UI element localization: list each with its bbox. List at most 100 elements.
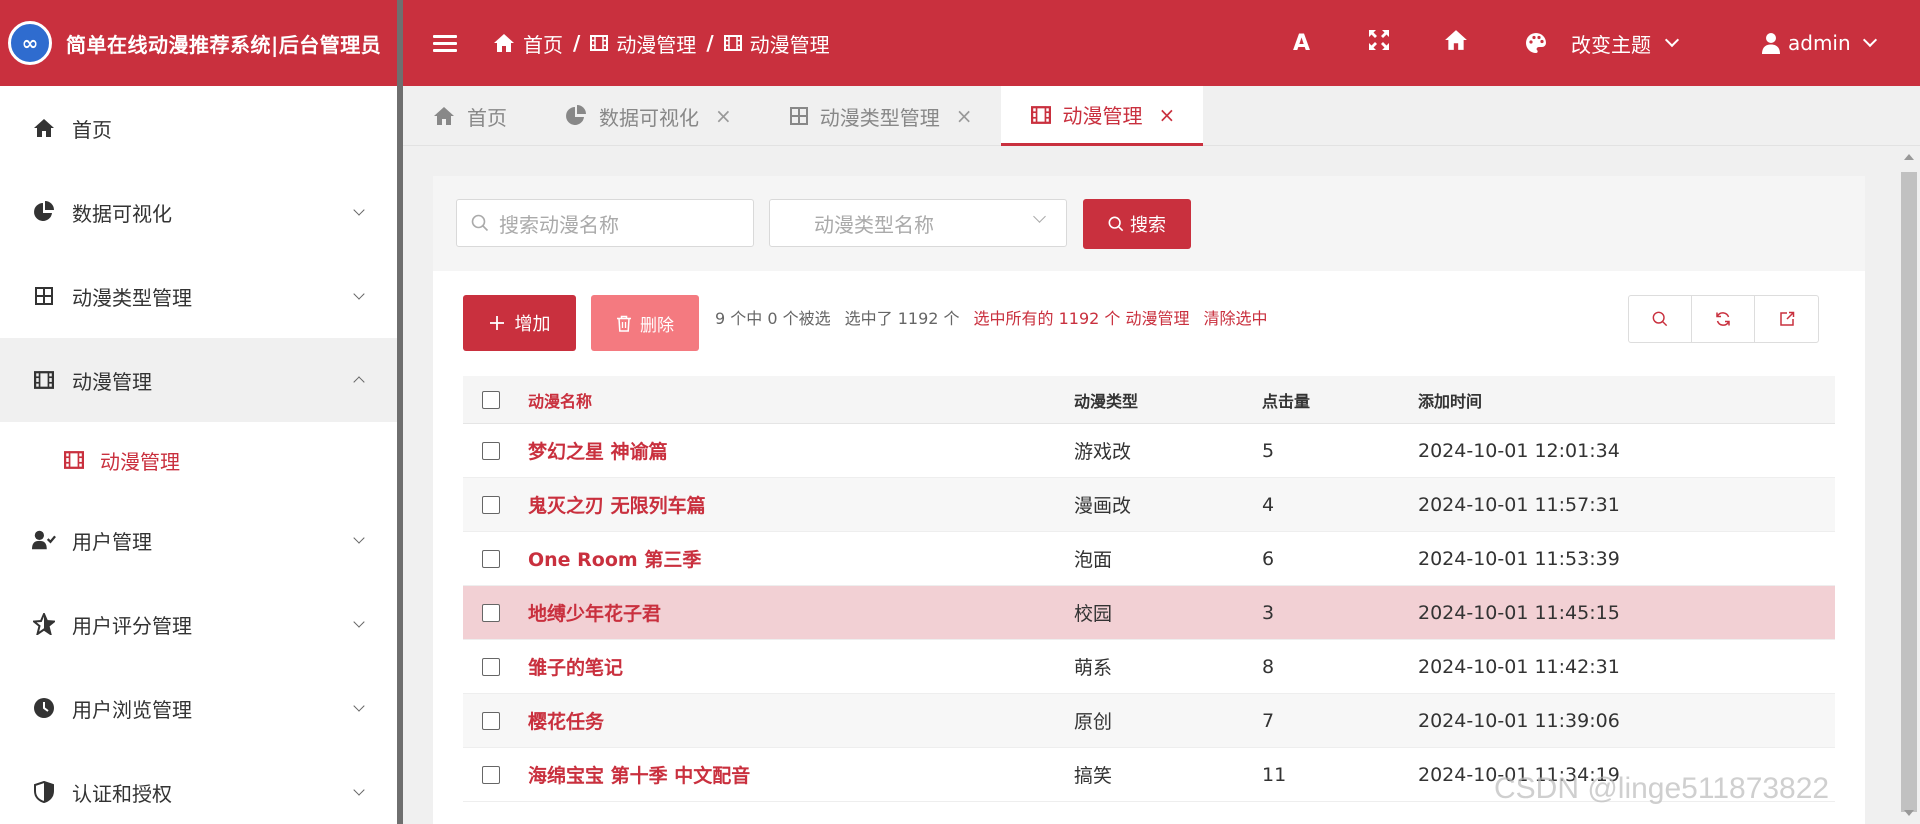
scroll-up-icon[interactable] — [1904, 154, 1914, 160]
row-checkbox[interactable] — [481, 441, 500, 460]
delete-button[interactable]: 删除 — [591, 295, 699, 351]
palette-icon — [1526, 33, 1546, 53]
click-count: 4 — [1262, 493, 1275, 516]
table-row[interactable]: 鬼灭之刃 无限列车篇 漫画改 4 2024-10-01 11:57:31 — [463, 478, 1835, 532]
column-header-clicks[interactable]: 点击量 — [1262, 388, 1418, 412]
anime-name-link[interactable]: 鬼灭之刃 无限列车篇 — [528, 491, 1074, 518]
theme-label: 改变主题 — [1571, 32, 1651, 57]
export-icon[interactable] — [1755, 296, 1818, 342]
row-checkbox[interactable] — [481, 549, 500, 568]
anime-name-link[interactable]: One Room 第三季 — [528, 545, 1074, 572]
clear-selection-link[interactable]: 清除选中 — [1204, 305, 1268, 329]
added-time: 2024-10-01 11:45:15 — [1418, 601, 1620, 624]
sidebar-item-anime[interactable]: 动漫管理 — [0, 338, 397, 422]
table-row-hovered[interactable]: 地缚少年花子君 校园 3 2024-10-01 11:45:15 — [463, 586, 1835, 640]
menu-toggle-icon[interactable] — [433, 34, 457, 52]
table-row[interactable]: 梦幻之星 神谕篇 游戏改 5 2024-10-01 12:01:34 — [463, 424, 1835, 478]
chevron-down-icon — [353, 532, 365, 544]
tab-home[interactable]: 首页 — [403, 86, 535, 146]
tab-bar: 首页 数据可视化 × 动漫类型管理 × 动漫管理 × — [403, 86, 1920, 146]
scroll-thumb[interactable] — [1901, 172, 1917, 812]
search-input[interactable]: 搜索动漫名称 — [456, 199, 754, 247]
chevron-down-icon — [353, 204, 365, 216]
sidebar-item-auth[interactable]: 认证和授权 — [0, 750, 397, 824]
add-button[interactable]: 增加 — [463, 295, 576, 351]
breadcrumb-item-anime-current: 动漫管理 — [723, 29, 830, 58]
plus-icon — [489, 316, 504, 330]
home-icon — [34, 119, 54, 137]
sidebar-item-user[interactable]: 用户管理 — [0, 498, 397, 582]
breadcrumb-item-home[interactable]: 首页 — [493, 29, 563, 58]
table-header: 动漫名称 动漫类型 点击量 添加时间 — [463, 376, 1835, 424]
close-icon[interactable]: × — [715, 104, 732, 128]
row-checkbox[interactable] — [481, 657, 500, 676]
column-header-type[interactable]: 动漫类型 — [1074, 388, 1262, 412]
anime-type: 漫画改 — [1074, 495, 1132, 517]
chevron-down-icon — [1862, 32, 1877, 48]
home-icon — [434, 107, 454, 125]
click-count: 5 — [1262, 439, 1275, 462]
brand[interactable]: ∞ 简单在线动漫推荐系统|后台管理员 — [0, 0, 397, 86]
click-count: 7 — [1262, 709, 1275, 732]
sidebar-subitem-anime[interactable]: 动漫管理 — [0, 422, 397, 498]
column-header-name[interactable]: 动漫名称 — [528, 388, 1074, 412]
tab-anime-type[interactable]: 动漫类型管理 × — [760, 86, 1001, 146]
row-checkbox[interactable] — [481, 495, 500, 514]
chevron-down-icon — [353, 784, 365, 796]
row-checkbox[interactable] — [481, 711, 500, 730]
theme-switcher[interactable]: 改变主题 — [1525, 0, 1680, 86]
tab-anime[interactable]: 动漫管理 × — [1000, 86, 1204, 146]
top-header: 首页 / 动漫管理 / 动漫管理 A 改变主题 admin — [403, 0, 1920, 86]
select-placeholder: 动漫类型名称 — [814, 212, 934, 237]
row-checkbox[interactable] — [481, 603, 500, 622]
breadcrumb-item-anime[interactable]: 动漫管理 — [590, 29, 696, 58]
font-size-icon[interactable]: A — [1263, 31, 1340, 56]
search-icon — [471, 214, 489, 232]
watermark: CSDN @linge511873822 — [1494, 772, 1830, 805]
content-card: 搜索动漫名称 动漫类型名称 搜索 增加 删除 9 个中 0 个被选 选中了 11… — [433, 176, 1865, 824]
scroll-down-icon[interactable] — [1904, 810, 1914, 816]
search-button[interactable]: 搜索 — [1083, 199, 1191, 249]
anime-name-link[interactable]: 海绵宝宝 第十季 中文配音 — [528, 761, 1074, 788]
search-toggle-icon[interactable] — [1629, 296, 1692, 342]
sidebar-item-data-visualization[interactable]: 数据可视化 — [0, 170, 397, 254]
click-count: 8 — [1262, 655, 1275, 678]
sidebar-item-user-browse[interactable]: 用户浏览管理 — [0, 666, 397, 750]
clock-icon — [34, 698, 54, 718]
close-icon[interactable]: × — [1159, 103, 1176, 127]
row-checkbox[interactable] — [481, 765, 500, 784]
anime-name-link[interactable]: 梦幻之星 神谕篇 — [528, 437, 1074, 464]
sidebar-item-user-rating[interactable]: 用户评分管理 — [0, 582, 397, 666]
fullscreen-icon[interactable] — [1340, 29, 1417, 57]
close-icon[interactable]: × — [956, 104, 973, 128]
table-tools — [1628, 295, 1819, 343]
table-row[interactable]: 雏子的笔记 萌系 8 2024-10-01 11:42:31 — [463, 640, 1835, 694]
click-count: 6 — [1262, 547, 1275, 570]
sidebar-item-home[interactable]: 首页 — [0, 86, 397, 170]
column-header-time[interactable]: 添加时间 — [1418, 388, 1835, 412]
table-row[interactable]: One Room 第三季 泡面 6 2024-10-01 11:53:39 — [463, 532, 1835, 586]
pie-chart-icon — [34, 201, 54, 221]
user-menu[interactable]: admin — [1762, 0, 1877, 86]
search-placeholder: 搜索动漫名称 — [499, 212, 619, 237]
added-time: 2024-10-01 11:39:06 — [1418, 709, 1620, 732]
anime-name-link[interactable]: 地缚少年花子君 — [528, 599, 1074, 626]
film-icon — [34, 371, 54, 389]
anime-type-select[interactable]: 动漫类型名称 — [769, 199, 1067, 247]
page-scrollbar[interactable] — [1897, 146, 1920, 824]
refresh-icon[interactable] — [1692, 296, 1755, 342]
anime-type: 萌系 — [1074, 657, 1113, 679]
selection-info: 9 个中 0 个被选 选中了 1192 个 选中所有的 1192 个 动漫管理 … — [715, 305, 1268, 329]
select-all-checkbox[interactable] — [481, 390, 500, 409]
anime-name-link[interactable]: 樱花任务 — [528, 707, 1074, 734]
home-icon — [494, 34, 514, 52]
anime-name-link[interactable]: 雏子的笔记 — [528, 653, 1074, 680]
tab-data-visualization[interactable]: 数据可视化 × — [535, 86, 760, 146]
chevron-down-icon — [353, 288, 365, 300]
search-bar: 搜索动漫名称 动漫类型名称 搜索 — [433, 176, 1865, 271]
home-icon[interactable] — [1417, 29, 1494, 57]
select-all-link[interactable]: 选中所有的 1192 个 动漫管理 — [974, 305, 1190, 329]
sidebar-item-anime-type[interactable]: 动漫类型管理 — [0, 254, 397, 338]
table-row[interactable]: 樱花任务 原创 7 2024-10-01 11:39:06 — [463, 694, 1835, 748]
pie-chart-icon — [566, 105, 586, 125]
